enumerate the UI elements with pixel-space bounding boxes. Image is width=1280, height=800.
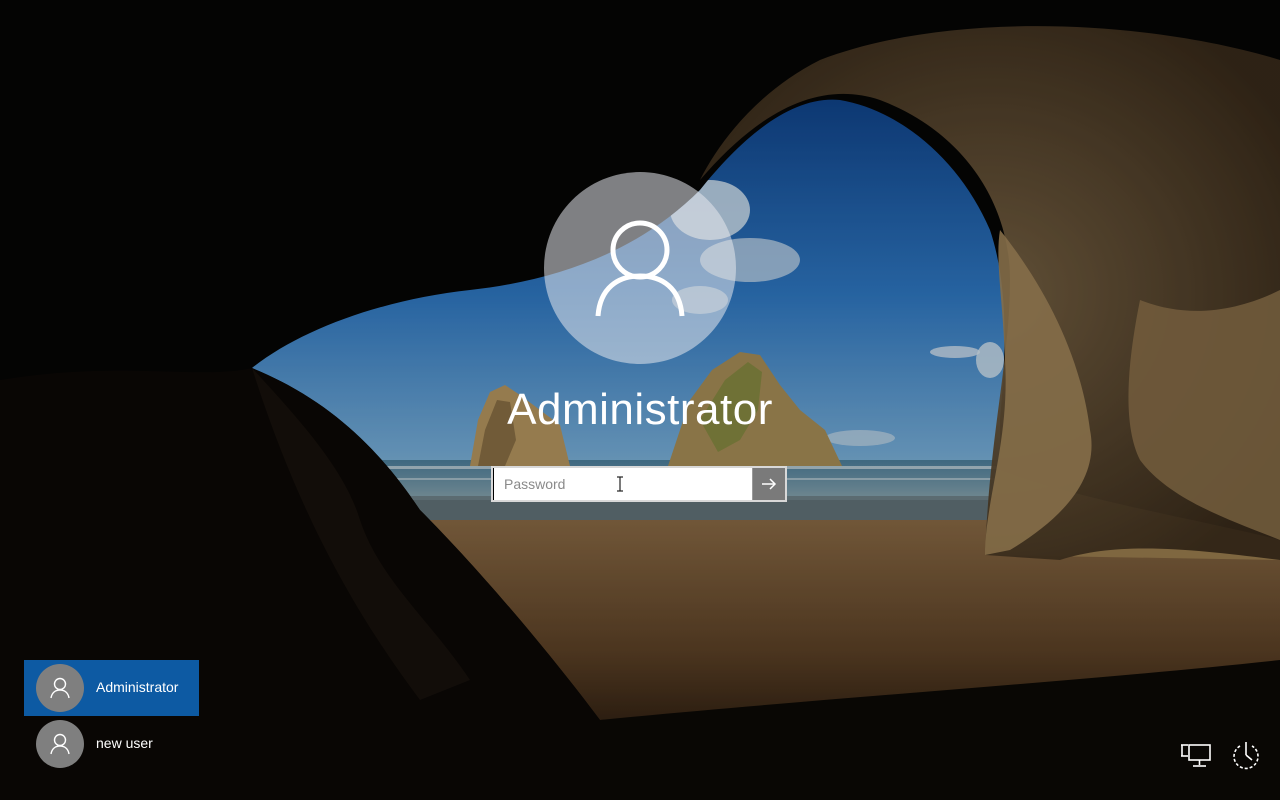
user-silhouette-icon	[595, 220, 685, 317]
power-icon	[1233, 742, 1259, 770]
user-switcher: Administrator new user	[24, 660, 199, 772]
text-cursor-icon	[617, 476, 623, 492]
user-tile-label: new user	[96, 735, 153, 751]
avatar	[36, 720, 84, 768]
user-tile-label: Administrator	[96, 679, 179, 695]
network-button[interactable]	[1180, 740, 1212, 772]
submit-button[interactable]	[752, 468, 785, 500]
account-name: Administrator	[507, 385, 773, 434]
user-tile-administrator[interactable]: Administrator	[24, 660, 199, 716]
user-avatar	[544, 172, 736, 364]
user-silhouette-icon	[50, 677, 70, 699]
network-icon	[1181, 744, 1211, 767]
lock-screen: Administrator Administrator new user	[0, 0, 1280, 800]
power-button[interactable]	[1230, 740, 1262, 772]
password-field-container	[491, 466, 787, 502]
arrow-right-icon	[762, 478, 777, 490]
avatar	[36, 664, 84, 712]
user-silhouette-icon	[50, 733, 70, 755]
user-tile-new-user[interactable]: new user	[24, 716, 199, 772]
system-tray	[1180, 740, 1262, 772]
